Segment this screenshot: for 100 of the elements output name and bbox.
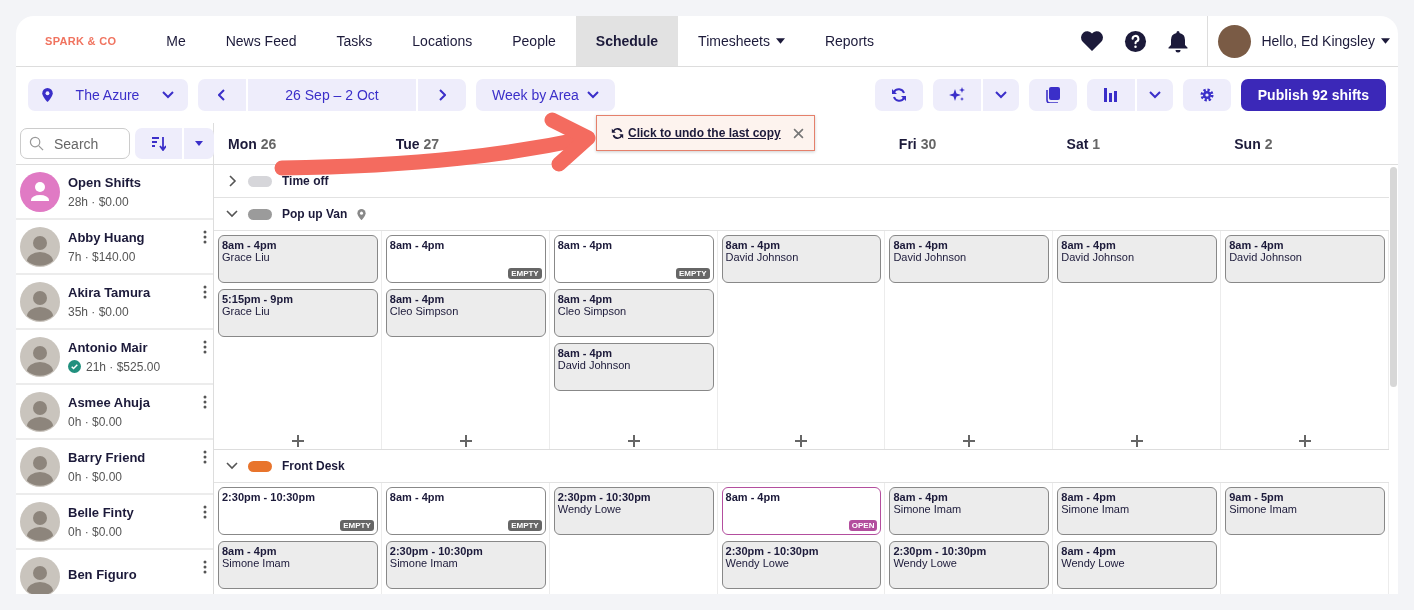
shift-card[interactable]: 8am - 4pm Cleo Simpson <box>385 289 546 337</box>
person-name[interactable]: Antonio Mair <box>68 339 195 355</box>
view-dropdown[interactable]: Week by Area <box>476 79 615 111</box>
chevron-right-icon[interactable] <box>226 175 238 187</box>
hours-and-cost: 0h · $0.00 <box>68 414 123 429</box>
scrollbar[interactable] <box>1390 167 1397 387</box>
shift-time: 8am - 4pm <box>893 491 949 503</box>
person-name[interactable]: Barry Friend <box>68 449 195 465</box>
person-name[interactable]: Akira Tamura <box>68 284 195 300</box>
shift-card[interactable]: 8am - 4pm David Johnson <box>889 235 1050 283</box>
refresh-button[interactable] <box>874 79 923 111</box>
shift-card[interactable]: 8am - 4pm EMPTY <box>385 235 546 283</box>
add-shift-icon[interactable] <box>795 435 808 447</box>
more-options-icon[interactable] <box>203 340 207 354</box>
user-avatar[interactable] <box>1218 24 1252 58</box>
shift-card[interactable]: 2:30pm - 10:30pm Wendy Lowe <box>553 487 714 535</box>
shift-card[interactable]: 8am - 4pm Grace Liu <box>218 235 378 283</box>
person-name[interactable]: Ben Figuro <box>68 566 195 582</box>
settings-button[interactable] <box>1182 79 1231 111</box>
chevron-left-icon <box>218 89 226 101</box>
add-shift-icon[interactable] <box>1299 435 1312 447</box>
close-icon[interactable] <box>792 127 804 139</box>
shift-card[interactable]: 8am - 4pm Cleo Simpson <box>553 289 714 337</box>
shift-card[interactable]: 8am - 4pm EMPTY <box>385 487 546 535</box>
undo-link[interactable]: Click to undo the last copy <box>628 126 781 140</box>
status-badge: EMPTY <box>676 268 710 279</box>
shift-card[interactable]: 8am - 4pm David Johnson <box>1057 235 1218 283</box>
person-name[interactable]: Asmee Ahuja <box>68 394 195 410</box>
bar-chart-button[interactable] <box>1086 79 1135 111</box>
person-name[interactable]: Belle Finty <box>68 504 195 520</box>
more-options-icon[interactable] <box>203 285 207 299</box>
person-name[interactable]: Open Shifts <box>68 174 207 190</box>
dropdown-button[interactable] <box>1136 79 1173 111</box>
more-options-icon[interactable] <box>203 560 207 574</box>
nav-tab[interactable]: Tasks <box>316 16 393 66</box>
date-range-button[interactable]: 26 Sep – 2 Oct <box>248 79 416 111</box>
status-badge: EMPTY <box>340 520 374 531</box>
shift-time: 2:30pm - 10:30pm <box>725 545 820 557</box>
shift-card[interactable]: 2:30pm - 10:30pm Simone Imam <box>385 541 546 589</box>
shift-time: 8am - 4pm <box>1229 239 1285 251</box>
check-circle-icon <box>68 360 81 373</box>
area-name: Time off <box>282 174 329 188</box>
nav-tab[interactable]: Timesheets <box>678 16 805 66</box>
sort-icon <box>151 136 166 151</box>
sparkle-button[interactable] <box>932 79 981 111</box>
shift-card[interactable]: 8am - 4pm Wendy Lowe <box>1057 541 1218 589</box>
shift-card[interactable]: 8am - 4pm EMPTY <box>553 235 714 283</box>
shift-card[interactable]: 5:15pm - 9pm Grace Liu <box>218 289 378 337</box>
chevron-down-icon[interactable] <box>226 462 238 470</box>
shift-time: 2:30pm - 10:30pm <box>222 491 316 503</box>
shift-employee: David Johnson <box>1061 251 1136 263</box>
nav-tab[interactable]: Locations <box>392 16 493 66</box>
user-menu[interactable]: Hello, Ed Kingsley <box>1261 33 1398 49</box>
shift-card[interactable]: 9am - 5pm Simone Imam <box>1225 487 1385 535</box>
shift-card[interactable]: 2:30pm - 10:30pm EMPTY <box>218 487 378 535</box>
person-name[interactable]: Abby Huang <box>68 229 195 245</box>
shift-card[interactable]: 8am - 4pm Simone Imam <box>1057 487 1218 535</box>
location-pin-icon <box>357 208 367 220</box>
avatar-silhouette-icon <box>20 281 60 322</box>
shift-card[interactable]: 2:30pm - 10:30pm Wendy Lowe <box>889 541 1050 589</box>
shift-card[interactable]: 8am - 4pm OPEN <box>721 487 882 535</box>
day-header: Sat 1 <box>1066 135 1101 152</box>
search-field[interactable]: Search <box>20 128 130 159</box>
chevron-down-icon[interactable] <box>226 210 238 218</box>
nav-tab[interactable]: People <box>492 16 576 66</box>
notification-bell-icon[interactable] <box>1167 29 1190 53</box>
nav-tab[interactable]: Schedule <box>575 16 679 66</box>
sort-button[interactable] <box>135 128 182 159</box>
nav-tab[interactable]: News Feed <box>205 16 317 66</box>
nav-tab[interactable]: Reports <box>804 16 894 66</box>
shift-time: 5:15pm - 9pm <box>222 293 294 305</box>
add-shift-icon[interactable] <box>291 435 304 447</box>
nav-tab[interactable]: Me <box>146 16 206 66</box>
avatar-silhouette-icon <box>20 556 60 594</box>
copy-button[interactable] <box>1028 79 1077 111</box>
more-options-icon[interactable] <box>203 505 207 519</box>
publish-button[interactable]: Publish 92 shifts <box>1240 79 1386 111</box>
more-options-icon[interactable] <box>203 230 207 244</box>
caret-icon <box>1381 38 1390 44</box>
dropdown-button[interactable] <box>982 79 1019 111</box>
more-options-icon[interactable] <box>203 450 207 464</box>
shift-card[interactable]: 2:30pm - 10:30pm Wendy Lowe <box>721 541 882 589</box>
add-shift-icon[interactable] <box>963 435 976 447</box>
shift-card[interactable]: 8am - 4pm Simone Imam <box>218 541 378 589</box>
add-shift-icon[interactable] <box>459 435 472 447</box>
hours-and-cost: 21h · $525.00 <box>86 359 161 374</box>
shift-employee: David Johnson <box>1229 251 1303 263</box>
more-options-icon[interactable] <box>203 395 207 409</box>
dropdown-button[interactable] <box>184 128 214 159</box>
heart-icon[interactable] <box>1080 30 1105 52</box>
chevron-down-icon <box>162 91 174 99</box>
shift-card[interactable]: 8am - 4pm David Johnson <box>1225 235 1385 283</box>
shift-card[interactable]: 8am - 4pm David Johnson <box>721 235 882 283</box>
shift-card[interactable]: 8am - 4pm David Johnson <box>553 343 714 391</box>
help-icon[interactable] <box>1124 29 1148 53</box>
caret-icon <box>775 38 785 44</box>
add-shift-icon[interactable] <box>1131 435 1144 447</box>
shift-card[interactable]: 8am - 4pm Simone Imam <box>889 487 1050 535</box>
add-shift-icon[interactable] <box>627 435 640 447</box>
location-dropdown[interactable]: The Azure <box>28 79 188 111</box>
